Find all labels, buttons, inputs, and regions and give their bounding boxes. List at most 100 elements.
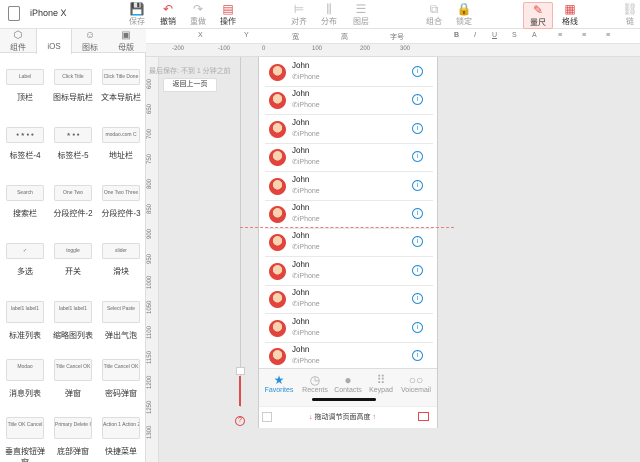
component-item[interactable]: Primary Delete Cancel 底部弹窗 (50, 417, 96, 457)
home-indicator (312, 398, 376, 401)
component-thumbnail: One Two Three (102, 185, 140, 201)
contact-row[interactable]: John ✆iPhone i (265, 342, 433, 371)
grid-button[interactable]: ▦ 格线 (555, 2, 585, 27)
font-color-icon[interactable]: A (532, 32, 537, 39)
component-item[interactable]: Label 顶栏 (2, 69, 48, 103)
tab-keypad[interactable]: ⠿ Keypad (363, 373, 399, 394)
tab-components[interactable]: ⬡ 组件 (0, 29, 36, 53)
phone-artboard[interactable]: John ✆iPhone i John ✆iPhone i John ✆iPhone i John… (258, 57, 438, 428)
ruler-tick-label: 800 (147, 178, 153, 189)
ruler-button[interactable]: ✎ 量尺 (523, 2, 553, 29)
contact-row[interactable]: John ✆iPhone i (265, 86, 433, 116)
component-item[interactable]: ★ ● ● 标签栏-5 (50, 127, 96, 161)
component-item[interactable]: ● ★ ● ● 标签栏-4 (2, 127, 48, 161)
contact-row[interactable]: John ✆iPhone i (265, 257, 433, 286)
tab-favorites[interactable]: ★ Favorites (261, 373, 297, 394)
tab-recents[interactable]: ◷ Recents (297, 373, 333, 394)
component-item[interactable]: toggle 开关 (50, 243, 96, 277)
component-thumbnail: Select Paste (102, 301, 140, 323)
x-field[interactable]: X (198, 32, 203, 39)
info-icon[interactable]: i (412, 236, 423, 248)
contact-row[interactable]: John ✆iPhone i (265, 143, 433, 173)
checkbox[interactable] (262, 412, 272, 422)
component-thumbnail: modao.com C (102, 127, 140, 143)
component-item[interactable]: slider 滑块 (98, 243, 144, 277)
resize-page-height[interactable]: ↓ 拖动调节页面高度 ↑ (309, 412, 376, 422)
bold-icon[interactable]: B (454, 32, 459, 39)
info-icon[interactable]: i (412, 264, 423, 276)
component-item[interactable]: ✓ 多选 (2, 243, 48, 277)
contact-row[interactable]: John ✆iPhone i (265, 58, 433, 87)
underline-icon[interactable]: U (492, 32, 497, 39)
y-field[interactable]: Y (244, 32, 249, 39)
component-item[interactable]: label1 label1 标准列表 (2, 301, 48, 341)
italic-icon[interactable]: I (474, 32, 476, 39)
info-icon[interactable]: i (412, 293, 423, 305)
tab-icons[interactable]: ☺ 图标 (72, 29, 108, 53)
height-guide-handle[interactable] (236, 367, 245, 375)
component-item[interactable]: Select Paste 弹出气泡 (98, 301, 144, 341)
component-item[interactable]: Click Title 图标导航栏 (50, 69, 96, 103)
operation-button[interactable]: ▤ 操作 (213, 2, 243, 27)
info-icon[interactable]: i (412, 94, 423, 106)
undo-button[interactable]: ↶ 撤销 (153, 2, 183, 27)
info-icon[interactable]: i (412, 321, 423, 333)
contact-row[interactable]: John ✆iPhone i (265, 200, 433, 229)
layer-button[interactable]: ☰ 图层 (346, 2, 376, 27)
height-field[interactable]: 高 (341, 32, 348, 42)
back-button[interactable]: 返回上一页 (163, 78, 217, 92)
info-icon[interactable]: i (412, 66, 423, 77)
avatar (269, 206, 286, 223)
info-icon[interactable]: i (412, 122, 423, 134)
last-saved-note: 最后保存: 不到 1 分钟之前 (149, 68, 231, 75)
component-item[interactable]: label1 label1 缩略图列表 (50, 301, 96, 341)
redo-button[interactable]: ↷ 重做 (183, 2, 213, 27)
save-button[interactable]: 💾 保存 (122, 2, 152, 27)
component-item[interactable]: Title Cancel OK 弹窗 (50, 359, 96, 399)
tab-master[interactable]: ▣ 母版 (108, 29, 144, 53)
info-icon[interactable]: i (412, 151, 423, 163)
component-item[interactable]: Title Cancel OK 密码弹窗 (98, 359, 144, 399)
component-item[interactable]: modao.com C 地址栏 (98, 127, 144, 161)
font-size-field[interactable]: 字号 (390, 32, 404, 42)
panel-tabs: ⬡ 组件 iOS ☺ 图标 ▣ 母版 (0, 29, 146, 54)
align-right-icon[interactable]: ≡ (606, 32, 610, 39)
align-center-icon[interactable]: ≡ (582, 32, 586, 39)
component-label: 快捷菜单 (105, 447, 137, 456)
contact-row[interactable]: John ✆iPhone i (265, 314, 433, 343)
ruler-tick-label: -200 (172, 46, 185, 52)
component-item[interactable]: Click Title Done 文本导航栏 (98, 69, 144, 103)
contact-row[interactable]: John ✆iPhone i (265, 172, 433, 201)
link-button[interactable]: ⛓ 链 (620, 2, 640, 27)
component-item[interactable]: Search 搜索栏 (2, 185, 48, 219)
contact-row[interactable]: John ✆iPhone i (265, 285, 433, 315)
component-thumbnail: Primary Delete Cancel (54, 417, 92, 439)
component-item[interactable]: Modao 消息列表 (2, 359, 48, 399)
tab-voicemail[interactable]: ○○ Voicemail (396, 373, 436, 394)
info-icon[interactable]: i (412, 179, 423, 191)
help-icon[interactable]: ? (235, 416, 245, 426)
component-item[interactable]: Action 1 Action 2 Action 3 快捷菜单 (98, 417, 144, 457)
person-icon: ● (344, 373, 352, 387)
contact-row[interactable]: John ✆iPhone i (265, 228, 433, 258)
component-label: 文本导航栏 (101, 93, 141, 102)
component-item[interactable]: Title OK Cancel 垂直按钮弹窗 (2, 417, 48, 462)
component-label: 消息列表 (9, 389, 41, 398)
info-icon[interactable]: i (412, 208, 423, 219)
distribute-button[interactable]: ⫼ 分布 (314, 2, 344, 27)
device-selector[interactable]: iPhone X (30, 8, 67, 18)
align-left-icon[interactable]: ≡ (558, 32, 562, 39)
width-field[interactable]: 宽 (292, 32, 299, 42)
tab-contacts[interactable]: ● Contacts (330, 373, 366, 394)
group-button[interactable]: ⧉ 组合 (419, 2, 449, 27)
contact-row[interactable]: John ✆iPhone i (265, 115, 433, 144)
lock-button[interactable]: 🔒 锁定 (449, 2, 479, 27)
tab-ios[interactable]: iOS (36, 29, 72, 54)
component-label: 弹窗 (65, 389, 81, 398)
component-item[interactable]: One Two 分段控件-2 (50, 185, 96, 219)
component-item[interactable]: One Two Three 分段控件-3 (98, 185, 144, 219)
strikethrough-icon[interactable]: S (512, 32, 517, 39)
image-icon[interactable] (418, 412, 429, 421)
align-button[interactable]: ⊨ 对齐 (284, 2, 314, 27)
info-icon[interactable]: i (412, 350, 423, 361)
